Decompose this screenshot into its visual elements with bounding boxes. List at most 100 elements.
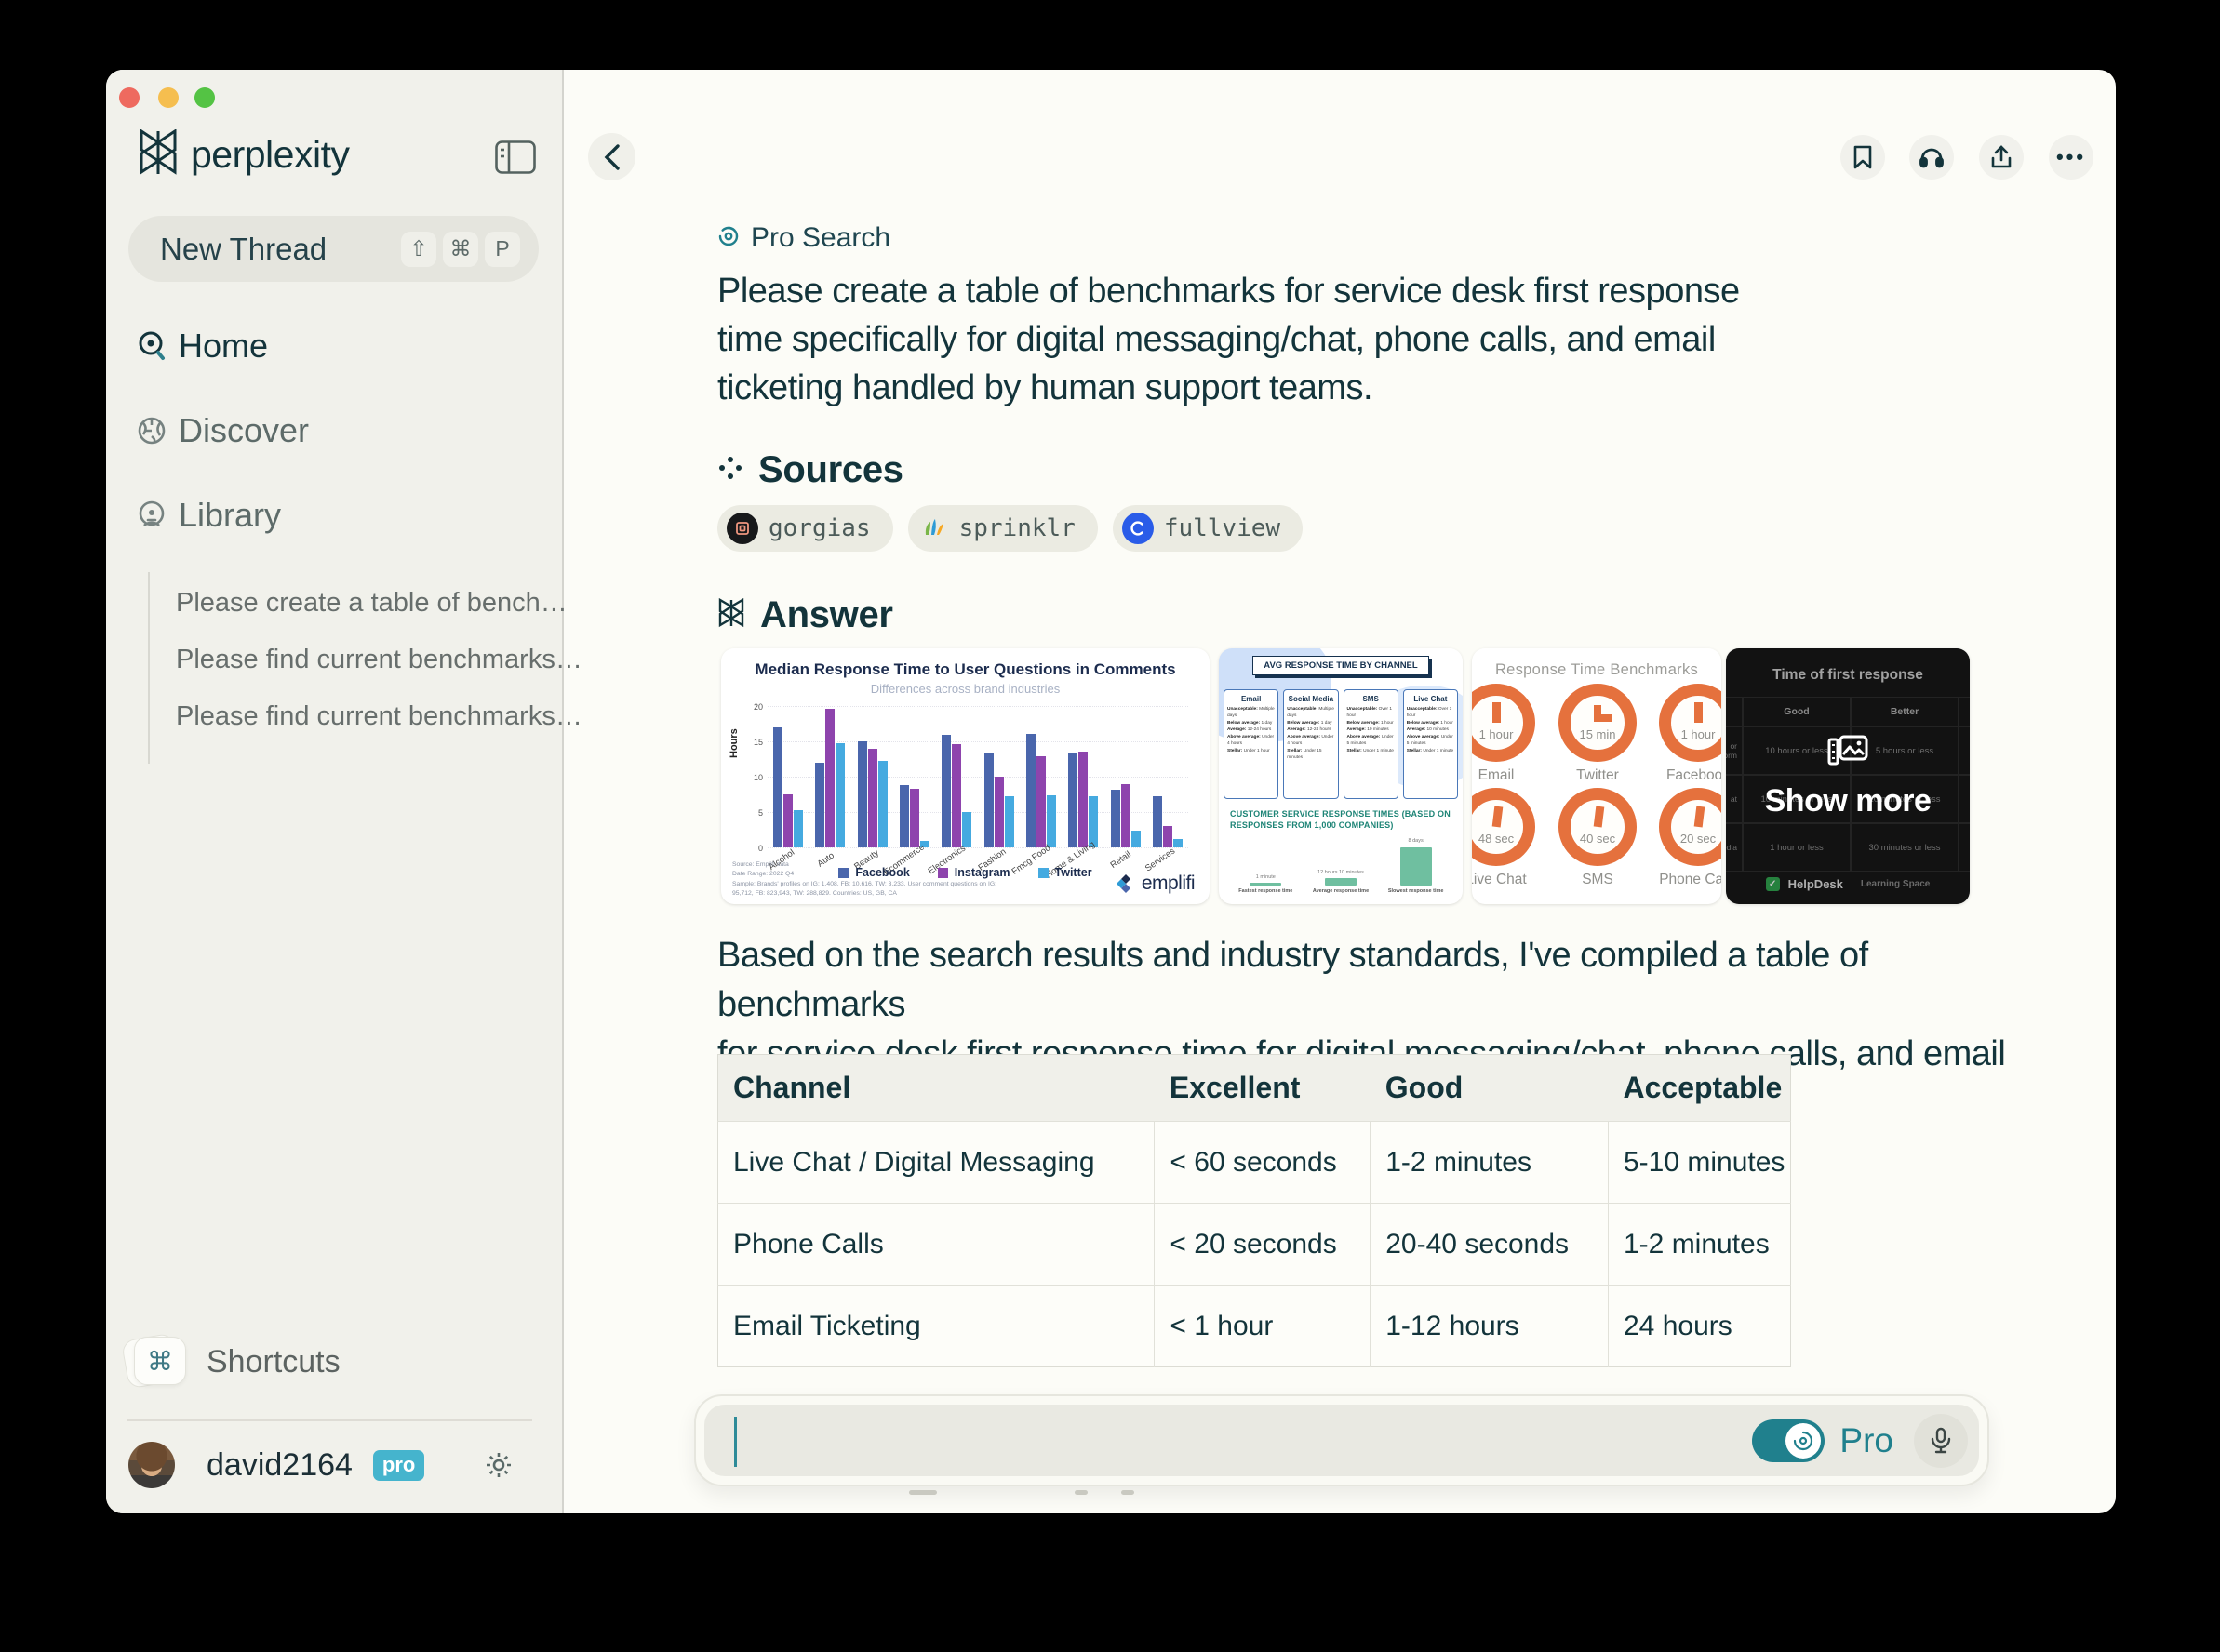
audio-headphones-button[interactable] [1909, 135, 1954, 180]
benchmarks-table: Channel Excellent Good Acceptable Live Chat… [717, 1054, 1791, 1367]
sidebar-collapse-icon[interactable] [495, 140, 536, 174]
answer-image-helpdesk-table[interactable]: Time of first response elGoodBetteror ct… [1726, 648, 1970, 904]
answer-image-clock-benchmarks[interactable]: Response Time Benchmarks 1 hour Email 15 m… [1472, 648, 1721, 904]
chart-ytick: 20 [753, 702, 763, 712]
sidebar-item-discover[interactable]: Discover [106, 403, 562, 459]
chart-bar [867, 749, 877, 847]
table-row: Email Ticketing < 1 hour 1-12 hours 24 hour… [717, 1285, 1791, 1367]
clock-ring: 20 sec [1659, 788, 1721, 866]
gallery-icon [1826, 734, 1869, 774]
mic-button[interactable] [1914, 1413, 1968, 1468]
channel-card-row: Average: 12-24 hours [1227, 727, 1272, 733]
pro-toggle-knob [1785, 1422, 1822, 1459]
pro-search-row: Pro Search [717, 222, 890, 254]
shortcuts-label: Shortcuts [207, 1343, 341, 1379]
chart-title: Median Response Time to User Questions i… [755, 660, 1176, 678]
shortcuts-button[interactable]: ⌘ Shortcuts [120, 1332, 341, 1390]
settings-gear-icon[interactable] [484, 1450, 514, 1480]
followup-input[interactable]: Pro [704, 1405, 1979, 1476]
legend-item: Twitter [1037, 866, 1092, 879]
sources-icon [717, 455, 743, 486]
sidebar-item-label: Library [179, 496, 282, 534]
sidebar-nav: Home Discover Library [106, 318, 562, 572]
library-item[interactable]: Please find current benchmarks… [176, 701, 582, 732]
avatar[interactable] [128, 1442, 175, 1488]
mini-bar-label: Fastest response time [1238, 888, 1293, 895]
zoom-window-button[interactable] [194, 87, 215, 108]
clock-time-label: 1 hour [1478, 727, 1514, 741]
mini-bar [1324, 878, 1357, 886]
source-chip-sprinklr[interactable]: sprinklr [907, 505, 1098, 552]
channel-card-row: Above average: Under 5 minutes [1346, 734, 1394, 747]
table-cell: < 1 hour [1154, 1285, 1371, 1367]
hidden-content-edge [1075, 1490, 1088, 1495]
library-item[interactable]: Please find current benchmarks… [176, 645, 582, 675]
show-more-overlay[interactable]: Show more [1726, 648, 1970, 904]
channel-card-row: Unacceptable: Multiple days [1287, 707, 1334, 719]
sidebar-item-library[interactable]: Library [106, 487, 562, 543]
bar-section-title: CUSTOMER SERVICE RESPONSE TIMES (BASED O… [1230, 809, 1451, 831]
channel-card: Social Media Unacceptable: Multiple days B… [1283, 689, 1339, 799]
channel-card-row: Average: 10 minutes [1346, 727, 1389, 733]
source-chip-label: gorgias [769, 514, 871, 542]
table-header-cell: Channel [717, 1054, 1155, 1122]
chart-bar-group: Home & Living [1044, 752, 1099, 881]
source-chip-gorgias[interactable]: gorgias [717, 505, 893, 552]
sidebar-item-home[interactable]: Home [106, 318, 562, 374]
channel-card-row: Below average: 1 hour [1346, 720, 1394, 726]
new-thread-button[interactable]: New Thread ⇧ ⌘ P [128, 216, 539, 282]
mini-bar-value: 12 hours 10 minutes [1317, 869, 1364, 875]
show-more-label: Show more [1764, 782, 1932, 819]
pro-toggle[interactable] [1752, 1419, 1825, 1462]
legend-label: Twitter [1054, 866, 1092, 879]
clock-item[interactable]: 1 hour Email [1472, 684, 1545, 784]
more-options-button[interactable]: ••• [2049, 135, 2093, 180]
text-cursor [734, 1417, 737, 1467]
clock-item[interactable]: 48 sec Live Chat [1472, 788, 1545, 888]
hidden-content-edge [909, 1490, 937, 1495]
chart-footnote-line: 95,712, FB: 823,943, TW: 288,829. Countr… [732, 889, 897, 897]
bar-section: 1 minute Fastest response time 12 hours 10… [1228, 838, 1453, 896]
chart-footnote-line: Sample: Brands' profiles on IG: 1,408, F… [732, 880, 997, 887]
table-cell: 1-2 minutes [1608, 1203, 1791, 1286]
minimize-window-button[interactable] [158, 87, 179, 108]
table-header-row: Channel Excellent Good Acceptable [717, 1054, 1791, 1122]
source-chip-fullview[interactable]: fullview [1112, 505, 1304, 552]
app-window: perplexity New Thread ⇧ ⌘ P Home Discove… [106, 70, 2116, 1513]
query-title: Please create a table of benchmarks for … [717, 272, 1740, 407]
hidden-content-edge [1121, 1490, 1134, 1495]
share-button[interactable] [1979, 135, 2024, 180]
chart-bar-group: Auto [815, 709, 846, 870]
answer-image-emplifi-chart[interactable]: Median Response Time to User Questions i… [721, 648, 1210, 904]
sidebar-item-label: Discover [179, 411, 310, 449]
chart-bar [994, 777, 1004, 847]
channel-card-title: Social Media [1288, 695, 1334, 703]
close-window-button[interactable] [119, 87, 140, 108]
clock-ring: 1 hour [1472, 684, 1535, 762]
clock-item[interactable]: 15 min Twitter [1549, 684, 1646, 784]
table-header-cell: Acceptable [1608, 1054, 1791, 1122]
chart-bar [1152, 796, 1162, 847]
chart-bar-group: Retail [1108, 783, 1141, 871]
clock-time-label: 20 sec [1679, 832, 1717, 846]
channel-card-row: Unacceptable: Over 1 hour [1406, 707, 1452, 719]
back-button[interactable] [588, 133, 635, 180]
pro-search-swirl-icon [717, 225, 740, 252]
clock-item[interactable]: 40 sec SMS [1549, 788, 1646, 888]
clock-channel-label: Phone Calls [1659, 872, 1721, 887]
clock-hand [1594, 714, 1612, 722]
answer-image-response-by-channel[interactable]: AVG RESPONSE TIME BY CHANNEL Email Unacce… [1219, 648, 1463, 904]
new-thread-label: New Thread [160, 231, 328, 266]
library-item[interactable]: Please create a table of bench… [176, 588, 582, 619]
clock-item[interactable]: 20 sec Phone Calls [1650, 788, 1721, 888]
channel-card-row: Stellar: Under 1 hour [1227, 748, 1270, 753]
clock-item[interactable]: 1 hour Facebook [1650, 684, 1721, 784]
pro-badge: pro [372, 1449, 425, 1481]
chart-bars: Alcohol Auto Beauty Ecommerce Electronics Fas… [767, 706, 1188, 881]
chart-bar [836, 742, 846, 847]
benchmarks-table-head: Channel Excellent Good Acceptable [717, 1054, 1791, 1122]
channel-card-row: Unacceptable: Over 1 hour [1346, 707, 1393, 719]
chart-ytick: 0 [757, 844, 763, 853]
bookmark-button[interactable] [1840, 135, 1885, 180]
chart-bar-group: Alcohol [767, 726, 803, 873]
